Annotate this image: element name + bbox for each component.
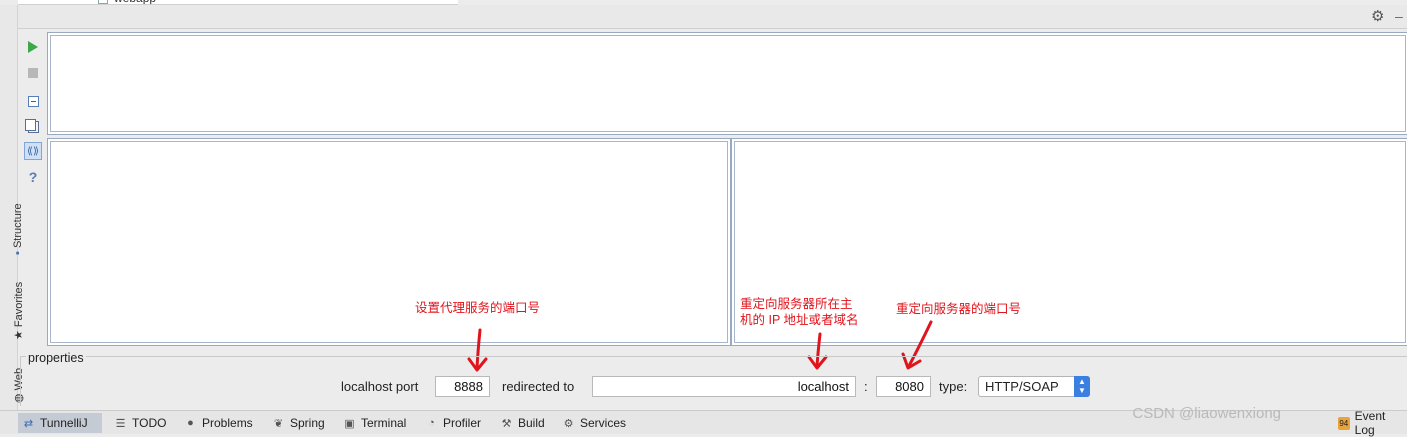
tunnel-icon: ⇄ [23, 417, 34, 430]
services-icon: ⚙ [563, 417, 574, 430]
localhost-port-input[interactable]: 8888 [435, 376, 490, 397]
watermark: CSDN @liaowenxiong [1132, 405, 1281, 422]
chevron-updown-icon: ▲ ▼ [1074, 376, 1090, 397]
properties-legend: properties [26, 351, 86, 365]
type-label: type: [939, 379, 968, 394]
tab-todo[interactable]: ☰ TODO [110, 413, 170, 433]
type-select-value: HTTP/SOAP [985, 379, 1059, 394]
profiler-icon: ◔ [428, 417, 435, 429]
leaf-icon: ❦ [273, 417, 284, 430]
hammer-icon: ⚒ [501, 417, 512, 430]
event-log-badge: 94 [1338, 416, 1350, 430]
tab-build[interactable]: ⚒ Build [496, 413, 549, 433]
info-icon: ● [187, 417, 194, 429]
redirected-to-label: redirected to [502, 379, 575, 394]
tab-profiler[interactable]: ◔ Profiler [421, 413, 485, 433]
tab-problems[interactable]: ● Problems [180, 413, 257, 433]
redirect-port-input[interactable]: 8080 [876, 376, 931, 397]
tab-tunnellij[interactable]: ⇄ TunnelliJ [18, 413, 102, 433]
tab-terminal[interactable]: ▣ Terminal [339, 413, 410, 433]
colon-separator: : [864, 379, 868, 394]
localhost-port-label: localhost port [341, 379, 419, 394]
list-icon: ☰ [115, 417, 126, 430]
type-select[interactable]: HTTP/SOAP ▲ ▼ [978, 376, 1090, 397]
tab-services[interactable]: ⚙ Services [558, 413, 630, 433]
tab-spring[interactable]: ❦ Spring [268, 413, 329, 433]
event-log[interactable]: 94 Event Log [1334, 409, 1407, 437]
redirect-host-input[interactable]: localhost [592, 376, 856, 397]
terminal-icon: ▣ [344, 417, 355, 430]
